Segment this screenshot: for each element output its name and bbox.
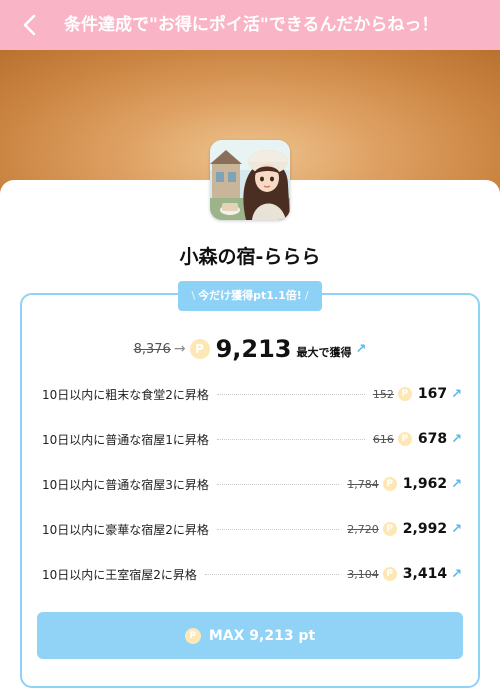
promo-label: 今だけ獲得pt1.1倍! <box>198 289 302 302</box>
task-old-points: 3,104 <box>347 567 379 581</box>
new-total-points: 9,213 <box>215 335 292 363</box>
task-old-points: 2,720 <box>347 522 379 536</box>
task-old-points: 616 <box>372 432 394 446</box>
task-new-points: 2,992 <box>402 521 448 537</box>
back-button[interactable] <box>16 11 44 39</box>
task-row[interactable]: 10日以内に豪華な宿屋2に昇格 2,720 P 2,992 ↗ <box>42 519 462 539</box>
point-coin-icon: P <box>397 432 412 446</box>
task-new-points: 167 <box>417 386 448 402</box>
task-new-points: 678 <box>417 431 448 447</box>
points-summary: 8,376 → P 9,213 最大で獲得 ↗ <box>0 334 500 364</box>
arrow-up-right-icon[interactable]: ↗ <box>451 432 462 447</box>
dotted-leader <box>216 528 340 530</box>
task-label: 10日以内に粗末な食堂2に昇格 <box>42 387 209 402</box>
dotted-leader <box>204 573 340 575</box>
task-new-points: 1,962 <box>402 476 448 492</box>
point-coin-icon: P <box>382 567 397 581</box>
arrow-up-right-icon[interactable]: ↗ <box>355 342 366 357</box>
task-label: 10日以内に豪華な宿屋2に昇格 <box>42 522 209 537</box>
promo-badge: \ 今だけ獲得pt1.1倍! / <box>178 281 322 311</box>
top-bar: 条件達成で"お得にポイ活"できるんだからねっ！ <box>0 0 500 50</box>
promo-slash-start: \ <box>191 289 196 302</box>
point-coin-icon: P <box>189 339 210 359</box>
dotted-leader <box>216 393 365 395</box>
task-label: 10日以内に王室宿屋2に昇格 <box>42 567 197 582</box>
task-label: 10日以内に普通な宿屋1に昇格 <box>42 432 209 447</box>
old-total-points: 8,376 <box>133 341 171 357</box>
page-title: 条件達成で"お得にポイ活"できるんだからねっ！ <box>64 15 439 35</box>
arrow-up-right-icon[interactable]: ↗ <box>451 387 462 402</box>
task-label: 10日以内に普通な宿屋3に昇格 <box>42 477 209 492</box>
task-row[interactable]: 10日以内に粗末な食堂2に昇格 152 P 167 ↗ <box>42 384 462 404</box>
max-earn-label: 最大で獲得 <box>296 346 352 359</box>
task-row[interactable]: 10日以内に普通な宿屋3に昇格 1,784 P 1,962 ↗ <box>42 474 462 494</box>
arrow-up-right-icon[interactable]: ↗ <box>451 522 462 537</box>
app-icon <box>210 140 290 220</box>
app-name: 小森の宿-ららら <box>179 246 321 268</box>
arrow-up-right-icon[interactable]: ↗ <box>451 477 462 492</box>
promo-slash-end: / <box>304 289 309 302</box>
anime-girl-app-icon <box>210 140 290 220</box>
point-coin-icon: P <box>382 522 397 536</box>
max-points-button[interactable]: P MAX 9,213 pt <box>37 612 463 659</box>
dotted-leader <box>216 438 365 440</box>
max-points-label: MAX 9,213 pt <box>208 627 316 644</box>
arrow-right-icon: → <box>173 341 186 357</box>
dotted-leader <box>216 483 340 485</box>
task-old-points: 152 <box>372 387 394 401</box>
point-coin-icon: P <box>184 627 201 644</box>
task-new-points: 3,414 <box>402 566 448 582</box>
task-row[interactable]: 10日以内に王室宿屋2に昇格 3,104 P 3,414 ↗ <box>42 564 462 584</box>
task-old-points: 1,784 <box>347 477 379 491</box>
chevron-left-icon <box>23 14 36 36</box>
arrow-up-right-icon[interactable]: ↗ <box>451 567 462 582</box>
point-coin-icon: P <box>382 477 397 491</box>
task-row[interactable]: 10日以内に普通な宿屋1に昇格 616 P 678 ↗ <box>42 429 462 449</box>
point-coin-icon: P <box>397 387 412 401</box>
